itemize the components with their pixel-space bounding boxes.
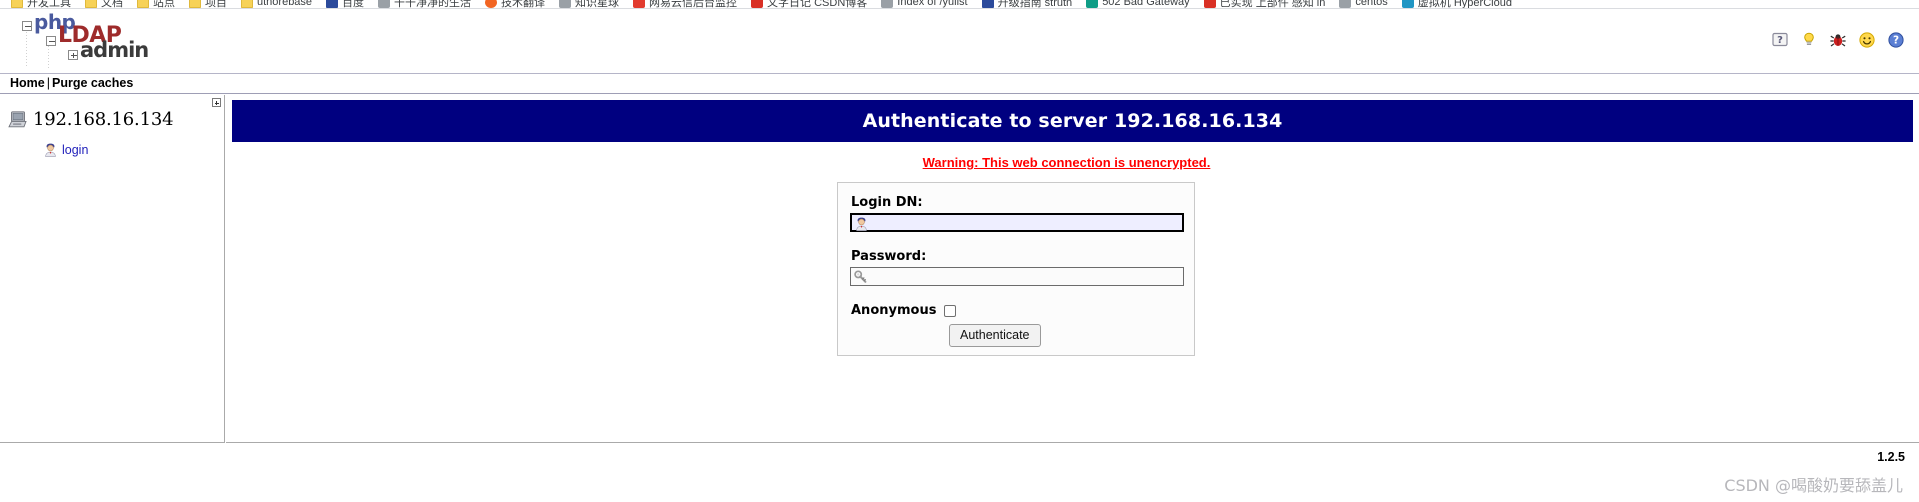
bookmark-item[interactable]: 项目 bbox=[182, 0, 234, 9]
bookmark-label: 网易云信后台监控 bbox=[649, 0, 738, 9]
app-version: 1.2.5 bbox=[1877, 450, 1905, 464]
computer-icon bbox=[8, 111, 27, 128]
bookmark-label: 升级指南 strutn bbox=[997, 0, 1073, 9]
bookmark-label: 文字日记 CSDN博客 bbox=[767, 0, 868, 9]
logo-minus-box-icon bbox=[22, 21, 32, 31]
bookmark-label: uthorebase bbox=[257, 0, 313, 8]
bookmark-item[interactable]: 文档 bbox=[78, 0, 130, 9]
gray-icon bbox=[881, 0, 894, 8]
user-icon bbox=[855, 217, 868, 234]
login-dn-label: Login DN: bbox=[851, 195, 923, 210]
red-square-icon bbox=[1203, 0, 1216, 8]
logo-admin-row: admin bbox=[68, 38, 149, 62]
unencrypted-warning: Warning: This web connection is unencryp… bbox=[922, 155, 1211, 170]
blue-icon bbox=[981, 0, 994, 8]
bookmark-label: 文档 bbox=[101, 0, 123, 9]
bookmark-strip: 开发工具 文档 站点 项目 uthorebase 百度 干干净净的生活 技术翻译 知识星球 网易云… bbox=[4, 0, 1519, 9]
password-input[interactable] bbox=[850, 267, 1184, 286]
svg-text:?: ? bbox=[1893, 35, 1899, 47]
user-icon bbox=[44, 143, 57, 157]
help-question-icon[interactable]: ? bbox=[1771, 31, 1789, 49]
breadcrumb-purge-caches-link[interactable]: Purge caches bbox=[52, 76, 133, 90]
bookmark-label: 百度 bbox=[342, 0, 365, 9]
sidebar-collapse-toggle-icon[interactable] bbox=[212, 98, 221, 107]
server-tree-sidebar: 192.168.16.134 login bbox=[0, 95, 225, 443]
folder-icon bbox=[11, 0, 23, 8]
login-dn-input[interactable] bbox=[850, 213, 1184, 232]
bookmark-label: 项目 bbox=[205, 0, 227, 9]
phpldapadmin-logo: php LDAP admin bbox=[14, 12, 254, 72]
svg-text:?: ? bbox=[1777, 35, 1783, 46]
anonymous-checkbox[interactable] bbox=[944, 304, 957, 317]
gray-icon bbox=[1339, 0, 1352, 8]
folder-icon bbox=[85, 0, 97, 8]
bookmark-item[interactable]: uthorebase bbox=[234, 0, 319, 8]
bookmark-label: 虚拟机 HyperCloud bbox=[1417, 0, 1512, 9]
bookmark-item[interactable]: 开发工具 bbox=[4, 0, 78, 9]
folder-icon bbox=[241, 0, 253, 8]
folder-icon bbox=[137, 0, 149, 8]
bookmark-item[interactable]: 站点 bbox=[130, 0, 182, 9]
orange-circle-icon bbox=[485, 0, 498, 8]
sidebar-server-label: 192.168.16.134 bbox=[33, 109, 174, 130]
bookmark-item[interactable]: 知识星球 bbox=[552, 0, 626, 9]
logo-minus-box-icon-2 bbox=[46, 35, 56, 46]
bookmark-label: 已实现 上部件 感知 in bbox=[1219, 0, 1326, 9]
red-icon bbox=[633, 0, 646, 8]
bookmark-item[interactable]: 网易云信后台监控 bbox=[626, 0, 744, 9]
sidebar-item-server[interactable]: 192.168.16.134 bbox=[8, 109, 174, 130]
bookmark-item[interactable]: 文字日记 CSDN博客 bbox=[744, 0, 874, 9]
bookmark-item[interactable]: centos bbox=[1332, 0, 1394, 8]
logo-admin-text: admin bbox=[80, 38, 149, 62]
browser-bookmark-bar: 开发工具 文档 站点 项目 uthorebase 百度 干干净净的生活 技术翻译 知识星球 网易云… bbox=[0, 0, 1919, 9]
breadcrumb-separator: | bbox=[46, 76, 50, 90]
bookmark-label: 技术翻译 bbox=[501, 0, 546, 9]
authenticate-form: Login DN: Password: Anonymous Authentica… bbox=[837, 182, 1195, 356]
bookmark-item[interactable]: 技术翻译 bbox=[478, 0, 552, 9]
bookmark-item[interactable]: 已实现 上部件 感知 in bbox=[1197, 0, 1333, 9]
app-header: php LDAP admin ? ? bbox=[0, 9, 1919, 74]
bookmark-label: 知识星球 bbox=[575, 0, 620, 9]
anonymous-row: Anonymous bbox=[851, 303, 957, 318]
bookmark-item[interactable]: 干干净净的生活 bbox=[371, 0, 478, 9]
baidu-icon bbox=[326, 0, 339, 8]
bug-icon[interactable] bbox=[1829, 31, 1847, 49]
folder-icon bbox=[189, 0, 201, 8]
bookmark-label: centos bbox=[1355, 0, 1388, 8]
sidebar-item-login[interactable]: login bbox=[44, 143, 88, 157]
bookmark-label: 干干净净的生活 bbox=[394, 0, 472, 9]
password-label: Password: bbox=[851, 249, 927, 264]
bookmark-label: 开发工具 bbox=[27, 0, 71, 9]
authenticate-button[interactable]: Authenticate bbox=[949, 324, 1041, 347]
bookmark-item[interactable]: 升级指南 strutn bbox=[975, 0, 1080, 9]
blank-icon bbox=[559, 0, 572, 8]
bookmark-item[interactable]: 虚拟机 HyperCloud bbox=[1395, 0, 1519, 9]
sidebar-login-link[interactable]: login bbox=[62, 143, 88, 157]
bookmark-label: Index of /yulist bbox=[897, 0, 968, 8]
csdn-icon bbox=[751, 0, 764, 8]
lightbulb-icon[interactable] bbox=[1800, 31, 1818, 49]
breadcrumb-home-link[interactable]: Home bbox=[10, 76, 45, 90]
breadcrumb: Home | Purge caches bbox=[0, 75, 1919, 94]
cyan-icon bbox=[1401, 0, 1414, 8]
teal-icon bbox=[1086, 0, 1099, 8]
blank-icon bbox=[378, 0, 391, 8]
bookmark-label: 站点 bbox=[153, 0, 175, 9]
smiley-icon[interactable] bbox=[1858, 31, 1876, 49]
bookmark-label: 502 Bad Gateway bbox=[1102, 0, 1190, 8]
csdn-watermark: CSDN @喝酸奶要舔盖儿 bbox=[1724, 476, 1903, 495]
bookmark-item[interactable]: Index of /yulist bbox=[874, 0, 974, 8]
bookmark-item[interactable]: 百度 bbox=[319, 0, 371, 9]
header-toolbar: ? ? bbox=[1771, 31, 1905, 49]
help-circle-icon[interactable]: ? bbox=[1887, 31, 1905, 49]
key-icon bbox=[854, 270, 867, 287]
bookmark-item[interactable]: 502 Bad Gateway bbox=[1079, 0, 1196, 8]
logo-plus-box-icon bbox=[68, 49, 78, 60]
page-title: Authenticate to server 192.168.16.134 bbox=[232, 100, 1913, 142]
main-content: Authenticate to server 192.168.16.134 Wa… bbox=[226, 95, 1919, 443]
anonymous-label: Anonymous bbox=[851, 303, 937, 318]
